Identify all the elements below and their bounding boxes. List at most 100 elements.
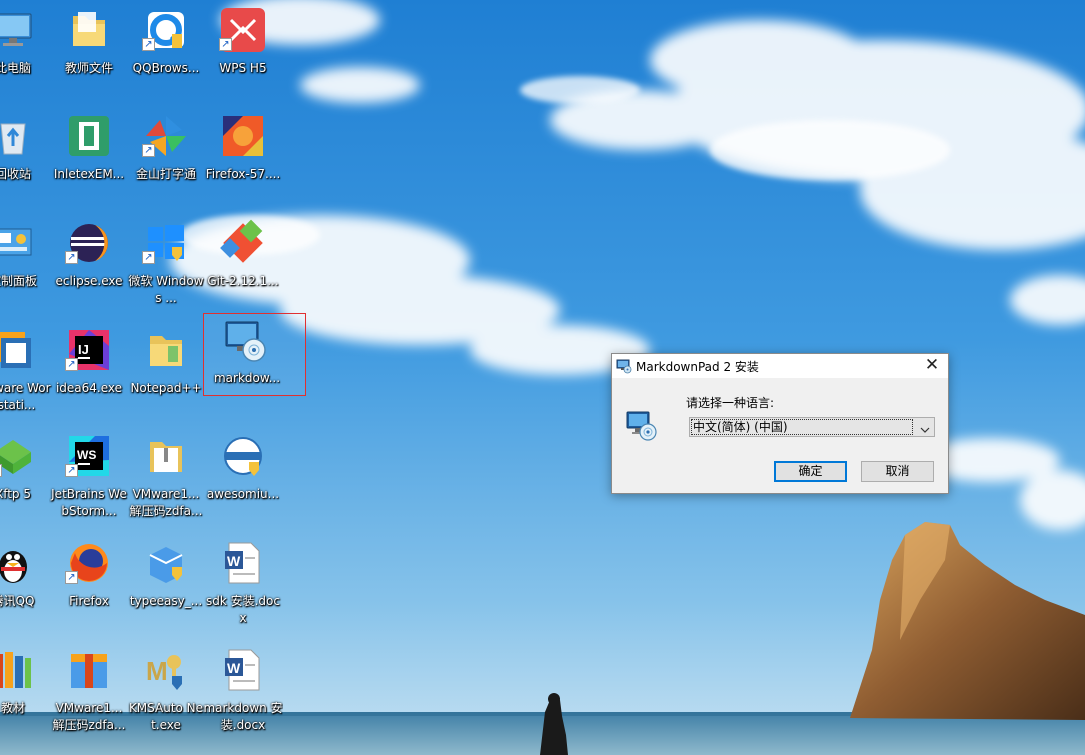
- desktop-icon-label: 腾讯QQ: [0, 594, 35, 608]
- desktop-icon[interactable]: 教师文件: [49, 0, 129, 100]
- desktop-icon-label: InletexEM...: [53, 167, 125, 181]
- desktop-icon-label: awesomiu...: [206, 487, 280, 501]
- desktop-icon[interactable]: InletexEM...: [49, 106, 129, 206]
- desktop-icon[interactable]: awesomiu...: [203, 426, 283, 526]
- desktop-icon[interactable]: ↗ WPS H5: [203, 0, 283, 100]
- word-doc-icon: W: [219, 539, 267, 587]
- desktop-icon-label: Notepad++: [130, 381, 202, 395]
- desktop-icon-label: JetBrains WebStorm...: [51, 487, 127, 518]
- desktop-icon-label: 此电脑: [0, 61, 31, 75]
- shortcut-arrow-icon: ↗: [65, 358, 78, 371]
- shortcut-arrow-icon: ↗: [142, 144, 155, 157]
- setup-language-dialog: MarkdownPad 2 安装 ✕ 请选择一种语言: 中文(简体) (中国) …: [611, 353, 949, 494]
- desktop-icon-label: 金山打字通: [135, 167, 196, 181]
- desktop-icon-label: Git-2.12.1...: [207, 274, 279, 288]
- desktop-icon-label: eclipse.exe: [55, 274, 123, 288]
- dialog-title: MarkdownPad 2 安装: [636, 360, 759, 374]
- desktop-icon[interactable]: VMware Workstati...: [0, 320, 53, 420]
- shortcut-arrow-icon: ↗: [219, 38, 232, 51]
- desktop-icon-label: 教材: [0, 701, 25, 715]
- kmsauto-icon: M: [142, 646, 190, 694]
- recycle-bin-icon: [0, 112, 37, 160]
- desktop-icon[interactable]: ↗ eclipse.exe: [49, 213, 129, 313]
- git-icon: [219, 219, 267, 267]
- desktop-icon-label: VMware1... 解压码zdfa...: [129, 487, 203, 518]
- desktop-icon[interactable]: VMware1... 解压码zdfa...: [49, 640, 129, 740]
- inletex-icon: [65, 112, 113, 160]
- desktop-icon-label: 微软 Windows ...: [128, 274, 204, 305]
- books-icon: [0, 646, 37, 694]
- desktop-icon[interactable]: ↗ Xftp 5: [0, 426, 53, 526]
- word-doc-icon: W: [219, 646, 267, 694]
- svg-text:WS: WS: [77, 448, 96, 462]
- desktop-icon[interactable]: Firefox-57....: [203, 106, 283, 206]
- desktop-icon-label: markdow...: [213, 371, 281, 385]
- shortcut-arrow-icon: ↗: [65, 571, 78, 584]
- ok-button[interactable]: 确定: [774, 461, 847, 482]
- dialog-titlebar[interactable]: MarkdownPad 2 安装 ✕: [612, 354, 948, 378]
- desktop-icon-label: VMware Workstati...: [0, 381, 51, 412]
- desktop-icon[interactable]: Wmarkdown 安装.docx: [203, 640, 283, 740]
- close-button[interactable]: ✕: [916, 354, 948, 378]
- desktop-icon-label: Firefox-57....: [205, 167, 281, 181]
- desktop-icon[interactable]: ↗ 金山打字通: [126, 106, 206, 206]
- desktop-icon-label: idea64.exe: [55, 381, 123, 395]
- shortcut-arrow-icon: ↗: [65, 464, 78, 477]
- desktop-icon[interactable]: 回收站: [0, 106, 53, 206]
- desktop-icon-label: typeeasy_...: [129, 594, 203, 608]
- desktop-icon[interactable]: WS ↗ JetBrains WebStorm...: [49, 426, 129, 526]
- desktop-icon[interactable]: ↗ Firefox: [49, 533, 129, 633]
- desktop-icon-label: QQBrows...: [132, 61, 200, 75]
- shortcut-arrow-icon: ↗: [142, 38, 155, 51]
- setup-app-icon: [616, 358, 632, 374]
- svg-text:M: M: [146, 656, 168, 686]
- desktop-icon-label: VMware1... 解压码zdfa...: [52, 701, 126, 732]
- language-select-value: 中文(简体) (中国): [691, 419, 913, 435]
- shortcut-arrow-icon: ↗: [0, 464, 2, 477]
- desktop-icon-label: 回收站: [0, 167, 31, 181]
- desktop-icon[interactable]: M KMSAuto Net.exe: [126, 640, 206, 740]
- desktop-icon-label: WPS H5: [219, 61, 267, 75]
- desktop-icon[interactable]: VMware1... 解压码zdfa...: [126, 426, 206, 526]
- qq-penguin-icon: [0, 539, 37, 587]
- desktop-icon-label: KMSAuto Net.exe: [128, 701, 204, 732]
- notepadpp-folder-icon: [142, 326, 190, 374]
- desktop-icon[interactable]: IJ ↗ idea64.exe: [49, 320, 129, 420]
- language-select[interactable]: 中文(简体) (中国): [689, 417, 935, 437]
- svg-text:W: W: [227, 660, 241, 676]
- desktop-icon[interactable]: ↗ QQBrows...: [126, 0, 206, 100]
- shortcut-arrow-icon: ↗: [65, 251, 78, 264]
- computer-icon: [0, 6, 37, 54]
- desktop-icon[interactable]: 控制面板: [0, 213, 53, 313]
- svg-text:W: W: [227, 553, 241, 569]
- desktop-icon[interactable]: 腾讯QQ: [0, 533, 53, 633]
- desktop-icon[interactable]: Wsdk 安装.docx: [203, 533, 283, 633]
- cancel-button[interactable]: 取消: [861, 461, 934, 482]
- desktop-icon[interactable]: typeeasy_...: [126, 533, 206, 633]
- desktop-icon-label: 教师文件: [64, 61, 113, 75]
- awesomium-icon: [219, 432, 267, 480]
- svg-text:IJ: IJ: [78, 342, 89, 357]
- installer-box-icon: [142, 539, 190, 587]
- desktop-icon-label: Xftp 5: [0, 487, 31, 501]
- desktop-icon[interactable]: ↗ 微软 Windows ...: [126, 213, 206, 313]
- shortcut-arrow-icon: ↗: [142, 251, 155, 264]
- desktop-icon[interactable]: Notepad++: [126, 320, 206, 420]
- firefox-installer-icon: [219, 112, 267, 160]
- zip-folder-icon: [142, 432, 190, 480]
- desktop-icon[interactable]: 教材: [0, 640, 53, 740]
- archive-icon: [65, 646, 113, 694]
- xftp-icon: [0, 432, 37, 480]
- vmware-icon: [0, 326, 37, 374]
- desktop-icon-label: Firefox: [69, 594, 109, 608]
- folder-icon: [65, 6, 113, 54]
- chevron-down-icon[interactable]: [919, 421, 931, 433]
- desktop-icon-label: 控制面板: [0, 274, 37, 288]
- markdownpad-setup-icon: [222, 318, 270, 366]
- desktop-icon[interactable]: markdow...: [203, 313, 306, 396]
- desktop-icon-label: sdk 安装.docx: [205, 594, 280, 625]
- setup-disc-icon: [626, 410, 658, 442]
- desktop-icon-label: markdown 安装.docx: [203, 701, 283, 732]
- desktop-icon[interactable]: 此电脑: [0, 0, 53, 100]
- desktop-icon[interactable]: Git-2.12.1...: [203, 213, 283, 313]
